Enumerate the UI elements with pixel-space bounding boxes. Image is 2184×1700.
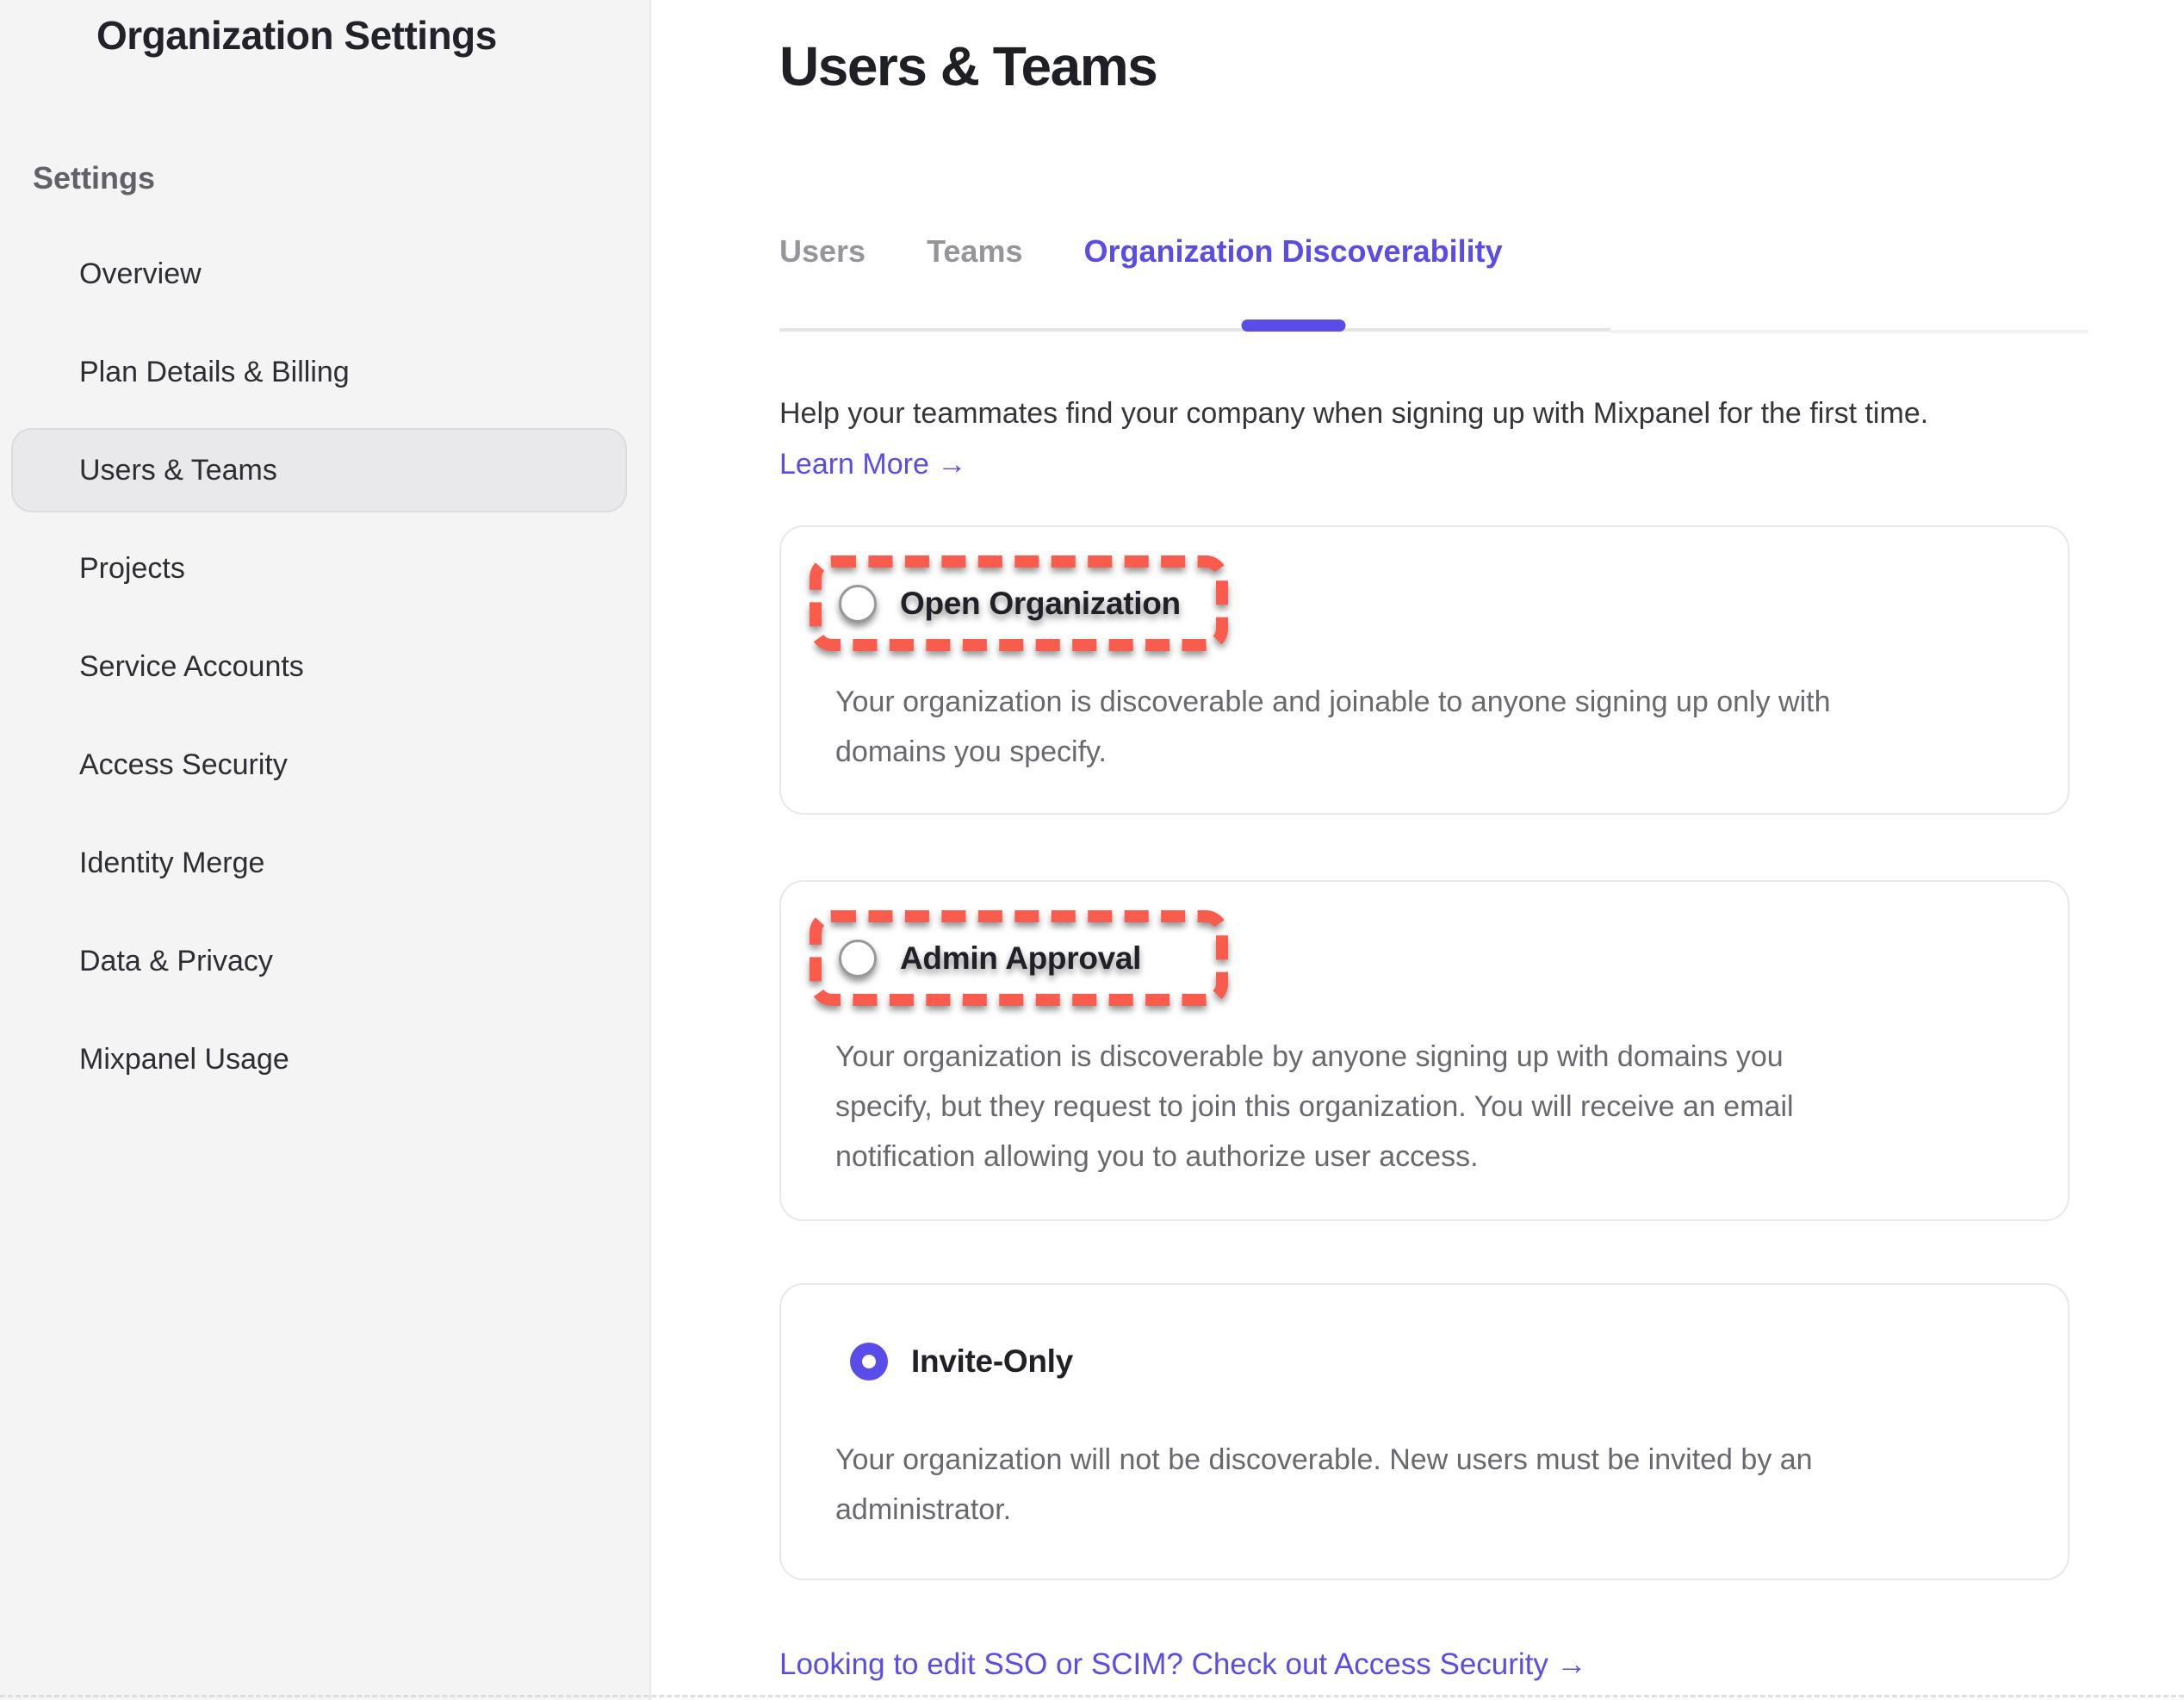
description-line: domains you specify. [835, 727, 2041, 777]
open-organization-option[interactable]: Open Organization [810, 555, 1228, 651]
invite-only-radio[interactable] [850, 1343, 888, 1380]
active-tab-indicator [1241, 320, 1345, 332]
tab-bar: Users Teams Organization Discoverability [779, 234, 1610, 332]
description-line: notification allowing you to authorize u… [835, 1132, 2041, 1182]
sidebar-title: Organization Settings [96, 12, 497, 59]
open-organization-label: Open Organization [900, 586, 1181, 622]
invite-only-option[interactable]: Invite-Only [810, 1313, 1228, 1409]
sidebar-item-service-accounts[interactable]: Service Accounts [11, 624, 627, 709]
access-security-footer-link[interactable]: Looking to edit SSO or SCIM? Check out A… [779, 1647, 1587, 1683]
sidebar-item-plan-details-billing[interactable]: Plan Details & Billing [11, 330, 627, 414]
discoverability-intro-text: Help your teammates find your company wh… [779, 396, 1928, 431]
organization-settings-sidebar: Organization Settings Settings Overview … [0, 0, 651, 1700]
admin-approval-option[interactable]: Admin Approval [810, 910, 1228, 1006]
tab-bar-divider-extension [1610, 330, 2088, 333]
learn-more-link[interactable]: Learn More → [779, 447, 966, 481]
description-line: administrator. [835, 1485, 2041, 1535]
sidebar-item-identity-merge[interactable]: Identity Merge [11, 821, 627, 905]
description-line: Your organization is discoverable by any… [835, 1032, 2041, 1082]
tab-teams[interactable]: Teams [927, 234, 1022, 269]
option-card-admin-approval: Admin Approval Your organization is disc… [779, 880, 2069, 1221]
sidebar-nav: Overview Plan Details & Billing Users & … [11, 232, 627, 1115]
sidebar-section-label: Settings [33, 160, 155, 196]
sidebar-item-projects[interactable]: Projects [11, 526, 627, 611]
sidebar-item-overview[interactable]: Overview [11, 232, 627, 316]
sidebar-item-data-privacy[interactable]: Data & Privacy [11, 919, 627, 1003]
description-line: Your organization is discoverable and jo… [835, 677, 2041, 727]
sidebar-item-mixpanel-usage[interactable]: Mixpanel Usage [11, 1017, 627, 1101]
admin-approval-radio[interactable] [839, 940, 877, 977]
description-line: Your organization will not be discoverab… [835, 1435, 2041, 1485]
tab-users[interactable]: Users [779, 234, 866, 269]
admin-approval-label: Admin Approval [900, 940, 1141, 977]
cropped-element-edge [0, 1695, 2184, 1697]
sidebar-item-access-security[interactable]: Access Security [11, 723, 627, 807]
option-card-invite-only: Invite-Only Your organization will not b… [779, 1283, 2069, 1580]
tab-organization-discoverability[interactable]: Organization Discoverability [1083, 234, 1502, 269]
description-line: specify, but they request to join this o… [835, 1082, 2041, 1132]
sidebar-item-users-teams[interactable]: Users & Teams [11, 428, 627, 512]
invite-only-label: Invite-Only [911, 1343, 1073, 1380]
open-organization-description: Your organization is discoverable and jo… [835, 677, 2041, 777]
tab-organization-discoverability-label: Organization Discoverability [1083, 233, 1502, 269]
invite-only-description: Your organization will not be discoverab… [835, 1435, 2041, 1535]
admin-approval-description: Your organization is discoverable by any… [835, 1032, 2041, 1182]
open-organization-radio[interactable] [839, 585, 877, 623]
option-card-open-organization: Open Organization Your organization is d… [779, 525, 2069, 815]
page-title: Users & Teams [779, 34, 1157, 98]
users-teams-main-panel: Users & Teams Users Teams Organization D… [653, 0, 2184, 1700]
